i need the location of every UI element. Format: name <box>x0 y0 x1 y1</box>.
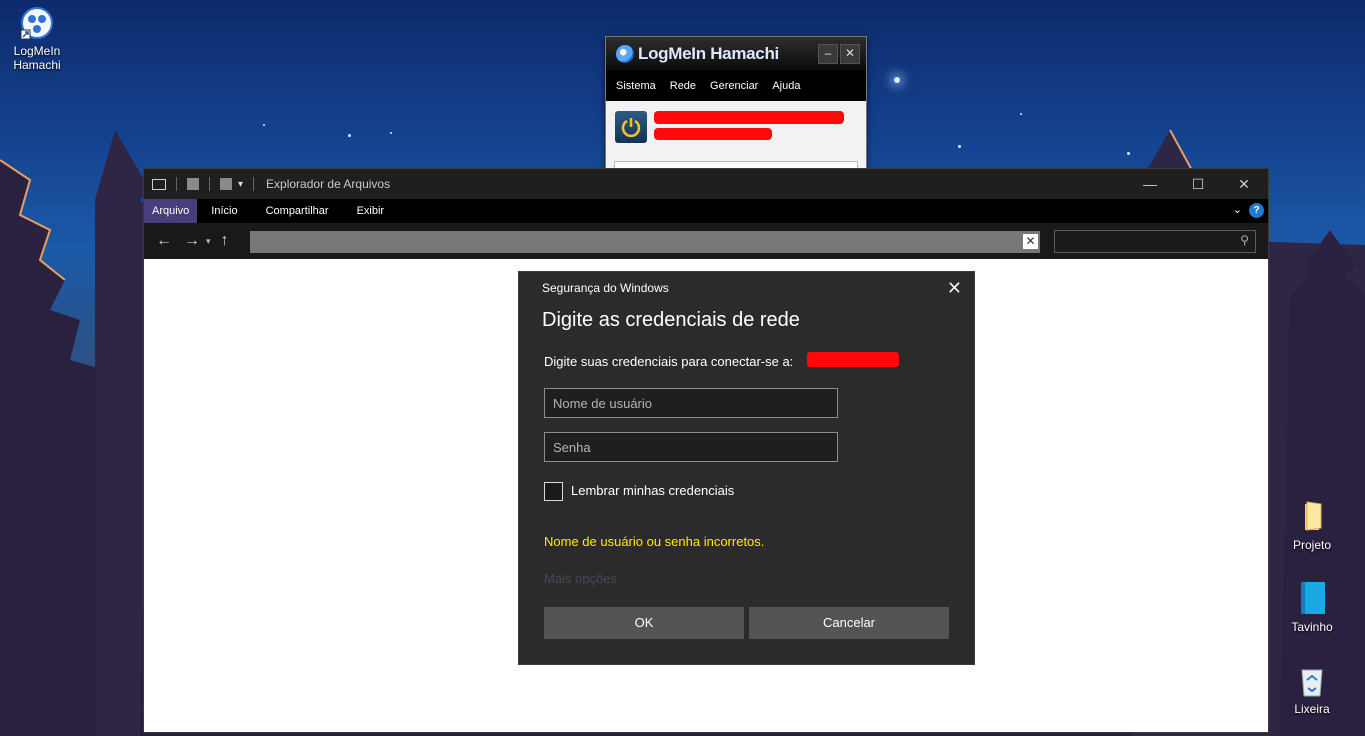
dialog-close-icon[interactable]: ✕ <box>947 278 962 299</box>
desktop-icon-tavinho[interactable]: Tavinho <box>1277 582 1347 634</box>
dialog-message: Digite suas credenciais para conectar-se… <box>544 354 794 369</box>
cancel-button[interactable]: Cancelar <box>749 607 949 639</box>
search-input[interactable]: ⚲ <box>1054 230 1256 253</box>
address-bar[interactable]: ✕ <box>250 231 1040 253</box>
quick-access-toolbar: ▾ <box>144 177 258 191</box>
hamachi-title: LogMeIn Hamachi <box>638 44 779 63</box>
hamachi-logo-icon <box>616 45 634 63</box>
star <box>894 77 900 83</box>
dialog-caption: Segurança do Windows <box>542 281 669 295</box>
help-icon[interactable]: ? <box>1249 203 1264 218</box>
desktop-icon-label: Lixeira <box>1294 702 1330 716</box>
more-options-link[interactable]: Mais opções <box>544 571 617 586</box>
star <box>390 132 392 134</box>
redacted-client-name <box>654 111 844 124</box>
star <box>348 134 351 137</box>
redacted-client-address <box>654 128 772 140</box>
hamachi-menu-ajuda[interactable]: Ajuda <box>772 80 800 92</box>
hamachi-icon <box>20 6 54 40</box>
credentials-dialog[interactable]: Segurança do Windows ✕ Digite as credenc… <box>518 271 975 665</box>
hamachi-menu-rede[interactable]: Rede <box>670 80 696 92</box>
username-field[interactable]: Nome de usuário <box>544 388 838 418</box>
close-button[interactable]: ✕ <box>1221 169 1267 199</box>
desktop-icon-lixeira[interactable]: Lixeira <box>1277 664 1347 716</box>
divider <box>176 177 177 191</box>
desktop-icon-label: Tavinho <box>1291 620 1333 634</box>
desktop-icon-label: LogMeIn Hamachi <box>13 44 61 72</box>
tab-inicio[interactable]: Início <box>197 199 251 223</box>
star <box>1020 113 1022 115</box>
power-button[interactable] <box>615 111 647 143</box>
customize-toolbar-icon[interactable]: ▾ <box>238 179 243 190</box>
star <box>263 124 265 126</box>
tab-arquivo[interactable]: Arquivo <box>144 199 198 223</box>
divider <box>253 177 255 191</box>
forward-arrow-icon[interactable]: → <box>178 232 206 250</box>
search-icon: ⚲ <box>1240 233 1249 247</box>
maximize-button[interactable]: ☐ <box>1175 169 1221 199</box>
folder-icon <box>1295 500 1329 534</box>
hamachi-menu-sistema[interactable]: Sistema <box>616 80 656 92</box>
hamachi-window[interactable]: LogMeIn Hamachi – ✕ Sistema Rede Gerenci… <box>605 36 867 172</box>
redacted-server-name <box>807 352 899 367</box>
tab-exibir[interactable]: Exibir <box>343 199 399 223</box>
error-message: Nome de usuário ou senha incorretos. <box>544 534 765 549</box>
up-arrow-icon[interactable]: ↑ <box>211 232 239 250</box>
hamachi-menubar: Sistema Rede Gerenciar Ajuda <box>606 71 866 101</box>
minimize-button[interactable]: — <box>1127 169 1173 199</box>
explorer-titlebar[interactable]: ▾ Explorador de Arquivos — ☐ ✕ <box>144 169 1268 199</box>
star <box>958 145 961 148</box>
hamachi-minimize-button[interactable]: – <box>818 44 838 64</box>
explorer-app-icon <box>152 178 166 190</box>
hamachi-menu-gerenciar[interactable]: Gerenciar <box>710 80 758 92</box>
ok-button[interactable]: OK <box>544 607 744 639</box>
clear-address-icon[interactable]: ✕ <box>1023 234 1038 249</box>
expand-ribbon-icon[interactable]: ⌄ <box>1233 203 1242 216</box>
password-field[interactable]: Senha <box>544 432 838 462</box>
desktop-icon-label: Projeto <box>1292 538 1332 552</box>
hamachi-close-button[interactable]: ✕ <box>840 44 860 64</box>
properties-icon[interactable] <box>187 178 199 190</box>
navigation-bar: ← → ▾ ↑ ✕ ⚲ <box>144 223 1268 259</box>
remember-label[interactable]: Lembrar minhas credenciais <box>571 483 734 498</box>
divider <box>209 177 210 191</box>
desktop-icon-hamachi[interactable]: LogMeIn Hamachi <box>2 6 72 72</box>
tab-compartilhar[interactable]: Compartilhar <box>252 199 343 223</box>
ribbon-tabs: Arquivo Início Compartilhar Exibir ⌄ ? <box>144 199 1268 223</box>
dialog-heading: Digite as credenciais de rede <box>542 309 800 331</box>
notebook-icon <box>1295 582 1329 616</box>
desktop-icon-projeto[interactable]: Projeto <box>1277 500 1347 552</box>
recycle-bin-icon <box>1295 664 1329 698</box>
new-folder-icon[interactable] <box>220 178 232 190</box>
power-icon <box>621 118 641 138</box>
remember-checkbox[interactable] <box>544 482 563 501</box>
hamachi-status-panel <box>606 101 866 171</box>
explorer-title: Explorador de Arquivos <box>266 177 391 191</box>
back-arrow-icon[interactable]: ← <box>150 232 178 250</box>
